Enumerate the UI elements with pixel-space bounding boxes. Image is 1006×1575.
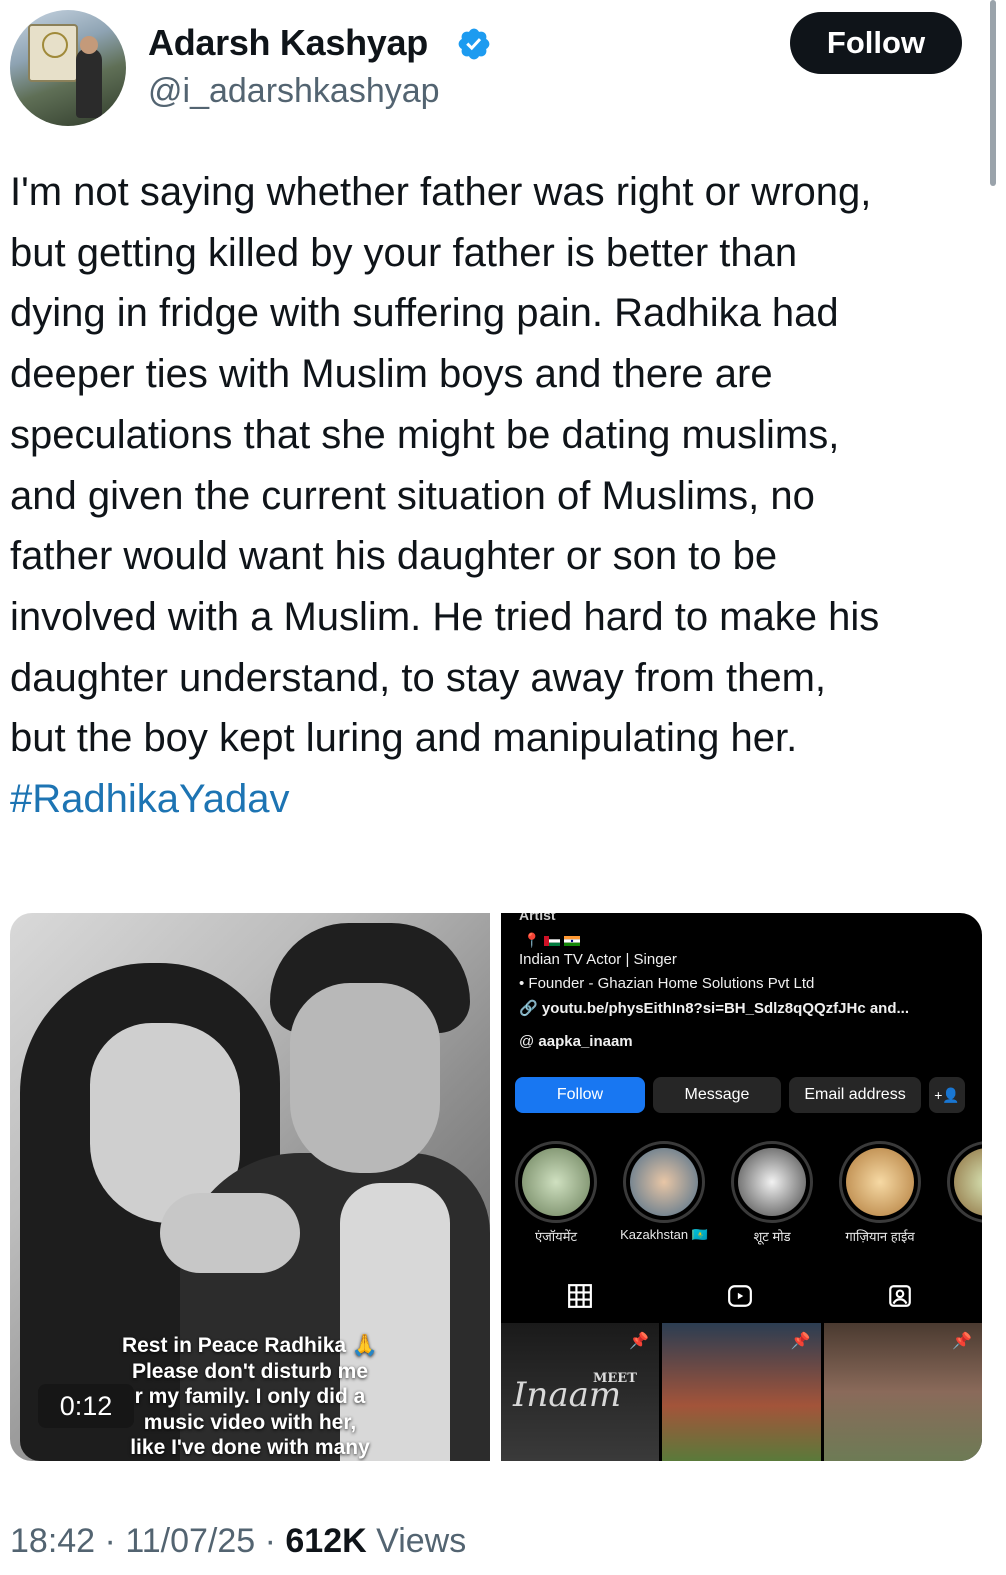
- tweet-line: but the boy kept luring and manipulating…: [10, 716, 798, 761]
- video-caption-line: Please don't disturb me: [131, 1359, 369, 1383]
- location-pin-icon: 📍: [523, 932, 541, 948]
- video-caption-line: like I've done with many: [130, 1436, 370, 1459]
- threads-icon: @: [519, 1033, 539, 1050]
- instagram-post[interactable]: 📌: [662, 1323, 821, 1461]
- highlight-bubble[interactable]: [623, 1141, 705, 1223]
- tweet-line: deeper ties with Muslim boys and there a…: [10, 352, 773, 397]
- instagram-post[interactable]: 📌 Inaam MEET: [501, 1323, 660, 1461]
- instagram-post-grid: 📌 Inaam MEET 📌 📌: [501, 1323, 982, 1461]
- instagram-artist-label: Artist: [519, 913, 556, 923]
- video-figure-man-face: [290, 983, 440, 1173]
- video-caption-line: Rest in Peace Radhika 🙏: [121, 1334, 379, 1357]
- instagram-threads-handle[interactable]: aapka_inaam: [538, 1033, 632, 1050]
- verified-badge-icon: [458, 28, 490, 60]
- tweet-line: involved with a Muslim. He tried hard to…: [10, 594, 880, 639]
- pin-icon: 📌: [790, 1333, 811, 1350]
- highlight-label: गाज़ियान हाईव: [845, 1229, 915, 1244]
- instagram-flags: 📍: [523, 932, 581, 949]
- highlight-image: [954, 1148, 982, 1216]
- tweet-line: father would want his daughter or son to…: [10, 534, 778, 579]
- tweet-line: speculations that she might be dating mu…: [10, 412, 840, 457]
- highlight-image: [738, 1148, 806, 1216]
- highlight-bubble[interactable]: [731, 1141, 813, 1223]
- video-figure-hand: [160, 1193, 300, 1273]
- highlight-bubble[interactable]: [839, 1141, 921, 1223]
- tweet-line: but getting killed by your father is bet…: [10, 230, 798, 275]
- grid-tab-icon[interactable]: [567, 1283, 593, 1309]
- tweet-time[interactable]: 18:42: [10, 1522, 95, 1560]
- instagram-follow-button[interactable]: Follow: [515, 1077, 645, 1113]
- avatar-person-head: [80, 36, 98, 54]
- highlight-bubble[interactable]: [515, 1141, 597, 1223]
- tagged-tab-icon[interactable]: [887, 1283, 913, 1309]
- tweet-header: Adarsh Kashyap @i_adarshkashyap Follow: [0, 0, 1006, 140]
- instagram-email-button[interactable]: Email address: [789, 1077, 921, 1113]
- hashtag-link[interactable]: #RadhikaYadav: [10, 769, 1000, 830]
- highlight-image: [522, 1148, 590, 1216]
- tweet-meta: 18:42 · 11/07/25 · 612K Views: [10, 1522, 466, 1561]
- tweet-line: I'm not saying whether father was right …: [10, 170, 872, 214]
- video-thumbnail[interactable]: Rest in Peace Radhika 🙏 Please don't dis…: [10, 913, 490, 1461]
- highlight-label: Kazakhstan 🇰🇿: [620, 1227, 708, 1242]
- meta-separator: ·: [264, 1522, 276, 1560]
- meta-separator: ·: [104, 1522, 116, 1560]
- author-avatar[interactable]: [10, 10, 126, 126]
- views-label: Views: [376, 1522, 467, 1560]
- highlight-label: शूट मोड: [753, 1229, 791, 1244]
- author-display-name[interactable]: Adarsh Kashyap: [148, 22, 428, 64]
- highlight-image: [630, 1148, 698, 1216]
- author-handle[interactable]: @i_adarshkashyap: [148, 72, 440, 111]
- add-person-icon[interactable]: +👤: [929, 1077, 965, 1113]
- highlight-bubble[interactable]: [947, 1141, 982, 1223]
- pin-icon: 📌: [629, 1333, 650, 1350]
- instagram-bio-link-row[interactable]: 🔗 youtu.be/physEithIn8?si=BH_Sdlz8qQQzfJ…: [519, 999, 909, 1017]
- instagram-post[interactable]: 📌: [823, 1323, 982, 1461]
- instagram-profile-image[interactable]: Artist 📍 Indian TV Actor | Singer • Foun…: [501, 913, 982, 1461]
- tweet-body: I'm not saying whether father was right …: [10, 162, 1000, 830]
- highlight-label: एंजॉयमेंट: [534, 1229, 578, 1244]
- video-timer: 0:12: [38, 1384, 134, 1428]
- link-icon: 🔗: [519, 1000, 542, 1017]
- pin-icon: 📌: [952, 1333, 972, 1350]
- avatar-signboard: [28, 24, 78, 82]
- tweet-date[interactable]: 11/07/25: [125, 1522, 255, 1560]
- instagram-bio-link[interactable]: youtu.be/physEithIn8?si=BH_Sdlz8qQQzfJHc…: [542, 1000, 909, 1017]
- instagram-message-button[interactable]: Message: [653, 1077, 781, 1113]
- instagram-threads-row[interactable]: @ aapka_inaam: [519, 1033, 633, 1050]
- media-grid: Rest in Peace Radhika 🙏 Please don't dis…: [10, 913, 982, 1461]
- tweet-line: daughter understand, to stay away from t…: [10, 655, 826, 700]
- highlight-image: [846, 1148, 914, 1216]
- instagram-bio-line: • Founder - Ghazian Home Solutions Pvt L…: [519, 975, 815, 992]
- follow-button[interactable]: Follow: [790, 12, 962, 74]
- reels-tab-icon[interactable]: [727, 1283, 753, 1309]
- flag-icon: [564, 935, 581, 946]
- tweet-line: and given the current situation of Musli…: [10, 473, 815, 518]
- scrollbar[interactable]: [990, 0, 996, 186]
- post-title-meet: MEET: [593, 1371, 637, 1386]
- views-count: 612K: [285, 1522, 367, 1560]
- tweet-line: dying in fridge with suffering pain. Rad…: [10, 291, 839, 336]
- instagram-bio-line: Indian TV Actor | Singer: [519, 951, 677, 968]
- flag-icon: [544, 935, 561, 946]
- avatar-person: [76, 48, 102, 118]
